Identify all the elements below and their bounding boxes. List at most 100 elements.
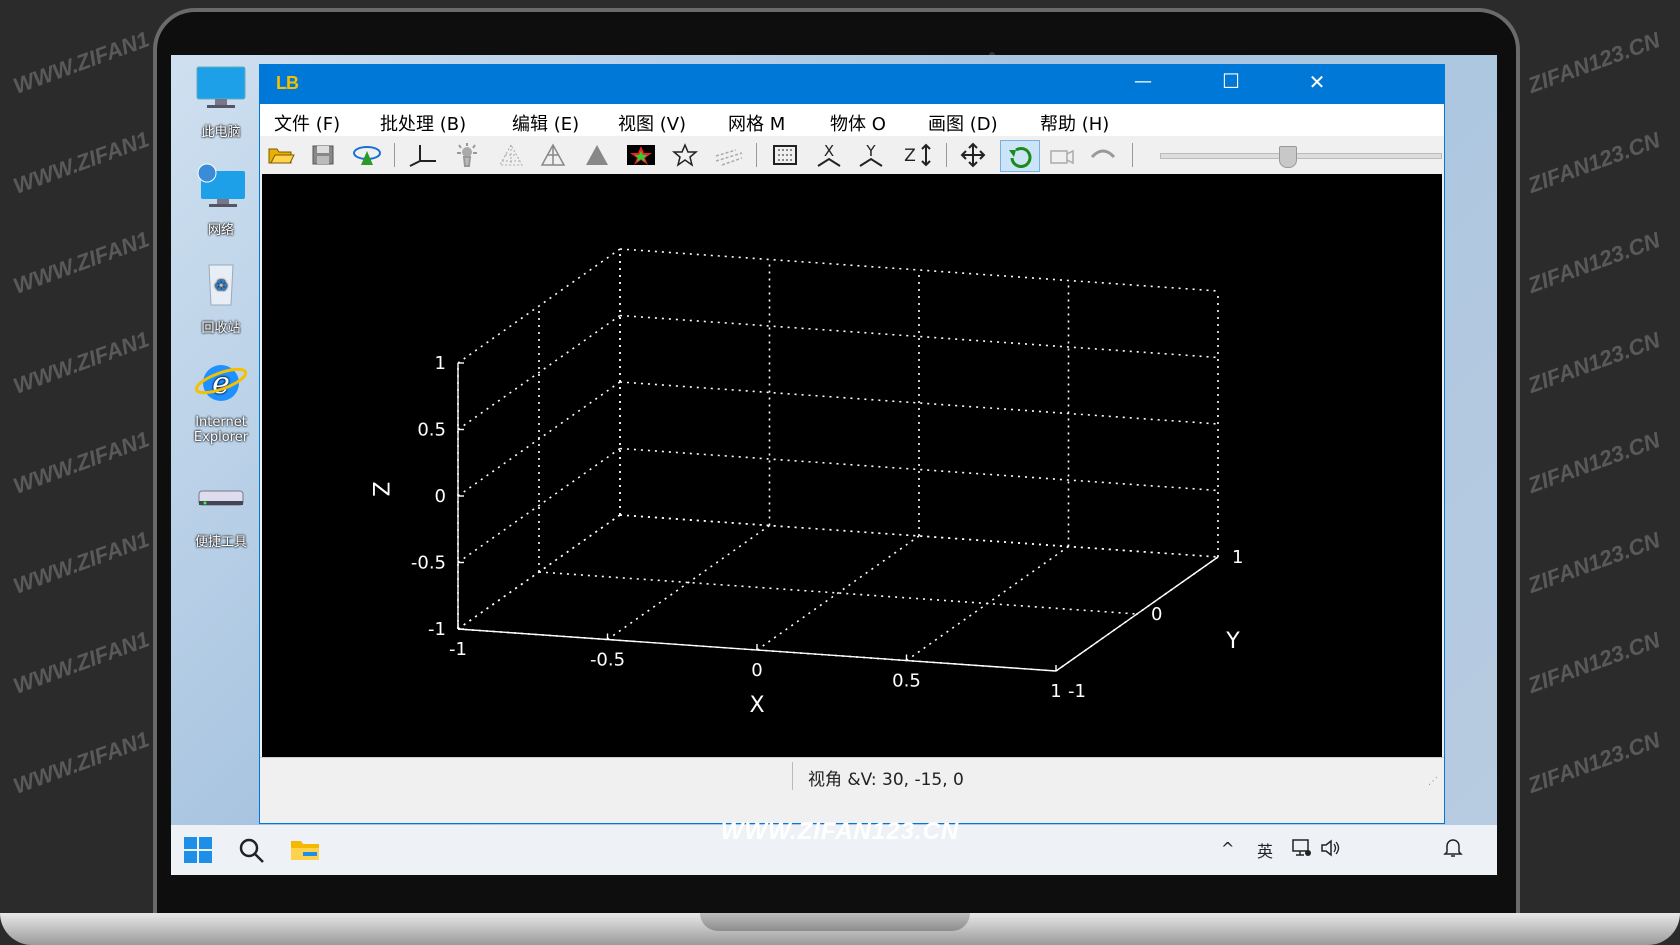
svg-text:Y: Y: [865, 142, 876, 160]
contour-icon[interactable]: [714, 141, 744, 169]
z-tick-label: -1: [428, 619, 446, 640]
watermark-text: ZIFAN123.CN: [1524, 527, 1664, 598]
menu-batch[interactable]: 批处理 (B): [380, 110, 466, 136]
watermark-text: WWW.ZIFAN1: [9, 726, 153, 799]
app-logo: LB: [276, 73, 299, 93]
status-divider: [792, 762, 793, 790]
ie-icon: e: [194, 365, 248, 401]
z-tick-label: 0.5: [417, 420, 446, 441]
x-tick-label: 1: [1050, 681, 1061, 702]
status-view-angle: 视角 &V: 30, -15, 0: [808, 770, 964, 790]
svg-text:♻: ♻: [214, 276, 228, 295]
menu-object[interactable]: 物体 O: [830, 110, 886, 136]
watermark-text: ZIFAN123.CN: [1524, 727, 1664, 798]
axes-icon[interactable]: [408, 141, 438, 169]
desktop-icon-label: 便捷工具: [194, 535, 247, 550]
star-icon[interactable]: [670, 141, 700, 169]
grid-line: [457, 248, 621, 364]
toolbar-separator: [756, 143, 757, 167]
rotate-icon[interactable]: [1000, 140, 1040, 172]
light-icon[interactable]: [452, 141, 482, 169]
network-icon: [197, 163, 245, 207]
desktop-icon-ie[interactable]: e Internet Explorer: [181, 359, 261, 445]
z-tick-label: 1: [435, 353, 446, 374]
zoom-slider[interactable]: [1160, 146, 1442, 168]
maximize-button[interactable]: ☐: [1206, 69, 1256, 93]
status-bar: 视角 &V: 30, -15, 0 ⋰: [260, 757, 1444, 794]
desktop-icon-label: 此电脑: [201, 125, 241, 140]
save-icon[interactable]: [308, 141, 338, 169]
x-tick-label: -0.5: [590, 650, 625, 671]
menu-view[interactable]: 视图 (V): [618, 110, 686, 136]
z-tick-label: -0.5: [411, 553, 446, 574]
open-folder-icon[interactable]: [266, 141, 296, 169]
mesh-icon[interactable]: [538, 141, 568, 169]
minimize-button[interactable]: —: [1118, 71, 1168, 92]
x-axis-icon[interactable]: X: [814, 141, 844, 169]
slider-thumb[interactable]: [1279, 146, 1297, 168]
menu-mesh[interactable]: 网格 M: [728, 110, 785, 136]
toolbar-separator: [394, 143, 395, 167]
desktop-icon-label: Internet Explorer: [193, 415, 249, 445]
menu-bar: 文件 (F) 批处理 (B) 编辑 (E) 视图 (V) 网格 M 物体 O 画…: [260, 104, 1444, 136]
grid-line: [607, 524, 770, 641]
desktop-icon-recycle-bin[interactable]: ♻ 回收站: [181, 261, 261, 336]
toolbar-separator: [1132, 143, 1133, 167]
grid-line: [457, 381, 621, 497]
wireframe-icon[interactable]: [496, 141, 526, 169]
z-tick-label: 0: [435, 486, 446, 507]
grid-line: [619, 314, 1219, 359]
desktop-icon-label: 回收站: [201, 321, 241, 336]
z-axis-icon[interactable]: Z: [900, 141, 936, 169]
desktop-screen: 此电脑 网络 ♻ 回收站 e Internet Explorer 便捷工具 LB…: [171, 55, 1497, 875]
solid-icon[interactable]: [582, 141, 612, 169]
y-tick-label: 0: [1151, 604, 1162, 625]
y-tick-label: -1: [1068, 681, 1086, 702]
menu-edit[interactable]: 编辑 (E): [512, 110, 579, 136]
toolbar-separator: [946, 143, 947, 167]
desktop-icon-network[interactable]: 网络: [181, 163, 261, 238]
desktop-icon-label: 网络: [207, 223, 234, 238]
close-button[interactable]: ✕: [1292, 70, 1342, 94]
render-icon[interactable]: [352, 141, 382, 169]
laptop-notch: [700, 913, 970, 931]
z-axis-label: Z: [367, 481, 392, 496]
x-tick-label: 0: [751, 660, 762, 681]
menu-file[interactable]: 文件 (F): [274, 110, 340, 136]
y-tick-label: 1: [1232, 547, 1243, 568]
watermark-text: ZIFAN123.CN: [1524, 27, 1664, 98]
grid-line: [756, 535, 920, 651]
plot-area: -1 -0.5 0 0.5 1 -1 0 1 -1 -0.5 0 0.5 1 X Y Z: [262, 174, 1442, 757]
y-axis-label: Y: [1225, 629, 1240, 654]
color-star-icon[interactable]: [626, 141, 656, 169]
y-axis-icon[interactable]: Y: [856, 141, 886, 169]
menu-draw[interactable]: 画图 (D): [928, 110, 998, 136]
watermark-text: WWW.ZIFAN1: [9, 226, 153, 299]
desktop-icon-tools[interactable]: 便捷工具: [181, 475, 261, 550]
toolbar: X Y Z: [260, 136, 1444, 174]
y-axis-line: [1055, 556, 1219, 672]
watermark-text: WWW.ZIFAN1: [9, 126, 153, 199]
drive-icon: [198, 490, 244, 506]
watermark-text: WWW.ZIFAN1: [9, 526, 153, 599]
svg-text:Z: Z: [904, 146, 916, 166]
watermark-text: ZIFAN123.CN: [1524, 127, 1664, 198]
watermark-text: WWW.ZIFAN1: [9, 26, 153, 99]
desktop-icon-computer[interactable]: 此电脑: [181, 65, 261, 140]
box-icon[interactable]: [770, 141, 800, 169]
computer-icon: [196, 66, 246, 108]
menu-help[interactable]: 帮助 (H): [1040, 110, 1109, 136]
undo-icon[interactable]: [1088, 141, 1118, 169]
watermark-text: WWW.ZIFAN1: [9, 426, 153, 499]
svg-text:X: X: [824, 142, 834, 160]
x-tick-label: -1: [449, 639, 467, 660]
watermark-text: ZIFAN123.CN: [1524, 227, 1664, 298]
camera-icon[interactable]: [1046, 141, 1076, 169]
watermark-text: ZIFAN123.CN: [1524, 427, 1664, 498]
watermark-text: ZIFAN123.CN: [1524, 627, 1664, 698]
move-icon[interactable]: [958, 141, 988, 169]
title-bar[interactable]: LB — ☐ ✕: [260, 65, 1444, 104]
watermark-text: WWW.ZIFAN1: [9, 626, 153, 699]
bottom-watermark: WWW.ZIFAN123.CN: [720, 818, 960, 845]
resize-grip-icon[interactable]: ⋰: [1428, 776, 1438, 787]
